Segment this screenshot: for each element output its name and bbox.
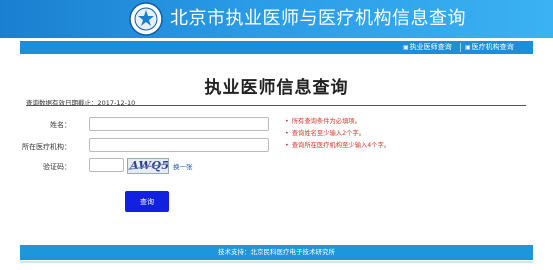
footer-border: [20, 261, 533, 263]
captcha-image[interactable]: AWQ5A: [127, 158, 169, 174]
hint-text: 查询所在医疗机构至少输入4个字。: [291, 142, 391, 149]
org-input[interactable]: [89, 138, 269, 152]
nav-doctor-label: 执业医师查询: [409, 43, 452, 51]
hint-item: • 所有查询条件为必填项。: [285, 116, 361, 125]
bullet-icon: •: [285, 130, 289, 137]
nav-doctor-query[interactable]: ▣执业医师查询: [403, 41, 452, 54]
nav-hospital-label: 医疗机构查询: [471, 43, 514, 51]
footer: 技术支持：北京民科医疗电子技术研究所: [20, 245, 533, 260]
refresh-captcha-link[interactable]: 换一张: [173, 161, 193, 171]
captcha-label: 验证码：: [43, 163, 71, 171]
emblem-icon: [129, 2, 163, 36]
header-banner: 北京市执业医师与医疗机构信息查询: [0, 0, 553, 38]
bullet-icon: •: [285, 142, 289, 149]
nav-divider: [460, 43, 461, 52]
captcha-input[interactable]: [89, 158, 124, 172]
org-label: 所在医疗机构：: [22, 143, 71, 151]
doctor-icon: ▣: [403, 44, 409, 51]
page-title: 执业医师信息查询: [204, 78, 349, 98]
site-title: 北京市执业医师与医疗机构信息查询: [170, 8, 466, 29]
hospital-icon: ▣: [465, 44, 471, 51]
hint-item: • 查询姓名至少输入2个字。: [285, 128, 365, 137]
search-button[interactable]: 查询: [125, 191, 169, 212]
name-label: 姓名：: [50, 121, 71, 129]
bullet-icon: •: [285, 118, 289, 125]
nav-hospital-query[interactable]: ▣医疗机构查询: [465, 41, 514, 54]
name-input[interactable]: [89, 117, 269, 131]
hint-text: 查询姓名至少输入2个字。: [291, 130, 365, 137]
divider: [26, 105, 526, 106]
hint-item: • 查询所在医疗机构至少输入4个字。: [285, 140, 390, 149]
nav-bar: ▣执业医师查询 ▣医疗机构查询: [20, 41, 533, 54]
hint-text: 所有查询条件为必填项。: [291, 118, 361, 125]
